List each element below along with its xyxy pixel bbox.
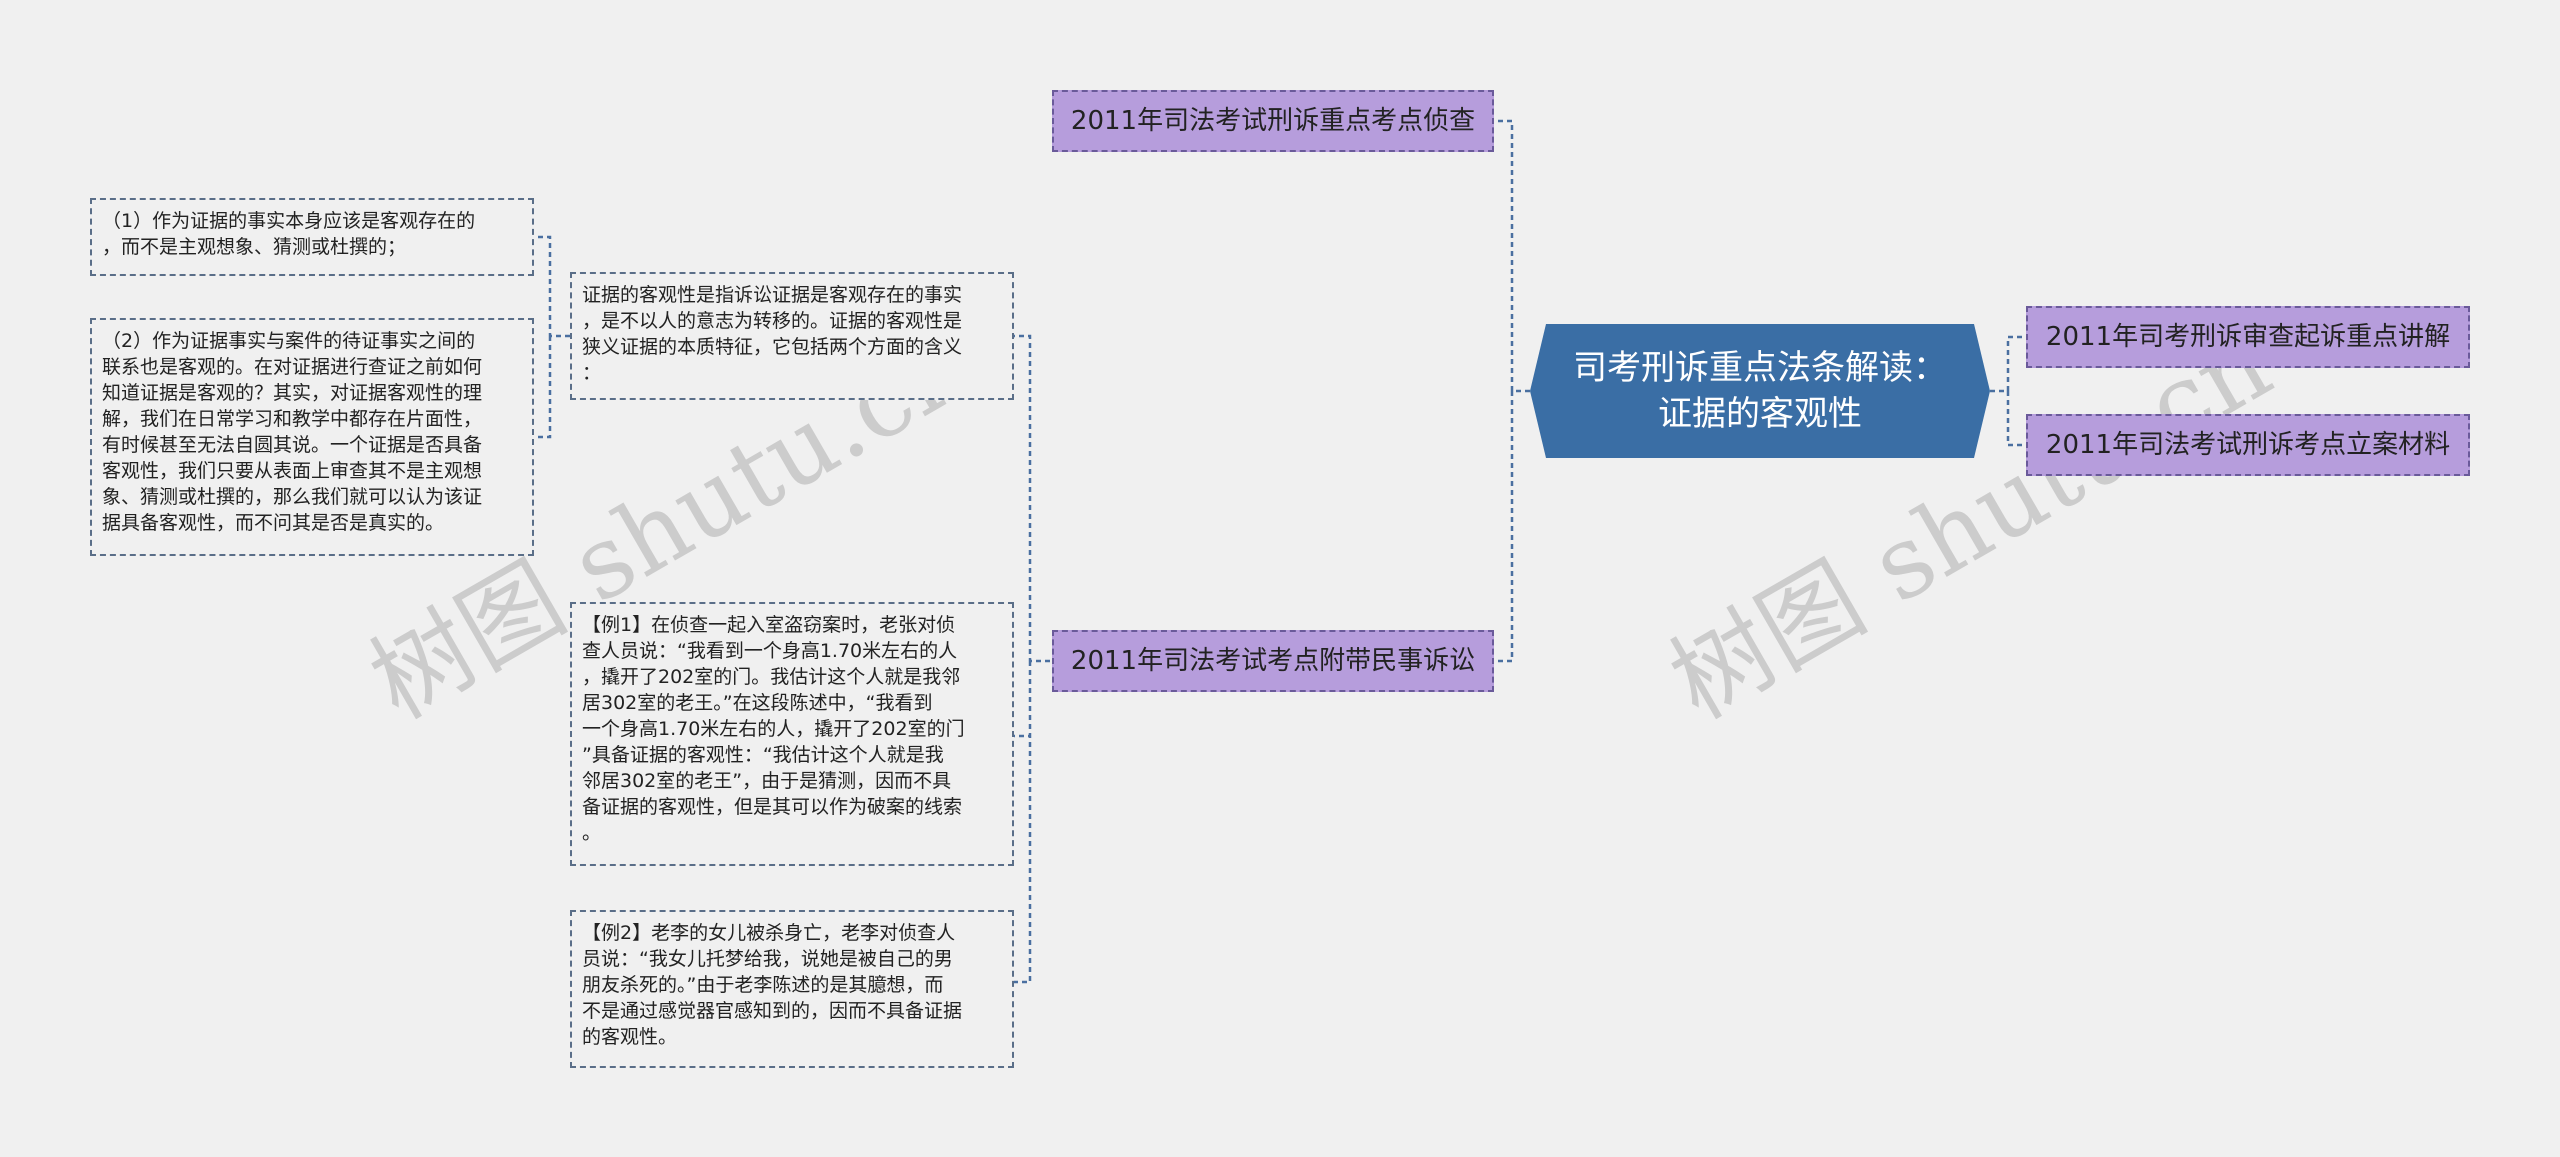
note-example-2[interactable]: 【例2】老李的女儿被杀身亡，老李对侦查人 员说：“我女儿托梦给我，说她是被自己的… [570,910,1014,1068]
note-example-1[interactable]: 【例1】在侦查一起入室盗窃案时，老张对侦 查人员说：“我看到一个身高1.70米左… [570,602,1014,866]
note-point-2-text: （2）作为证据事实与案件的待证事实之间的 联系也是客观的。在对证据进行查证之前如… [102,330,483,534]
connector-lines [534,119,2026,984]
note-example-2-text: 【例2】老李的女儿被杀身亡，老李对侦查人 员说：“我女儿托梦给我，说她是被自己的… [582,922,963,1048]
connector-central-top-left [1494,119,1530,393]
note-point-1-text: （1）作为证据的事实本身应该是客观存在的 ，而不是主观想象、猜测或杜撰的； [102,210,476,258]
branch-case-filing[interactable]: 2011年司法考试刑诉考点立案材料 [2026,414,2470,476]
mindmap-canvas: 树图 shutu.cn 树图 shutu.cn 司考刑诉重点法条解读： 证据的客… [0,0,2560,1157]
branch-investigation[interactable]: 2011年司法考试刑诉重点考点侦查 [1052,90,1494,152]
connector-branch-notes [1014,334,1050,984]
note-example-1-text: 【例1】在侦查一起入室盗窃案时，老张对侦 查人员说：“我看到一个身高1.70米左… [582,614,965,844]
connector-central-bottom-left [1494,391,1514,663]
central-title-line1: 司考刑诉重点法条解读： [1573,348,1947,388]
note-definition[interactable]: 证据的客观性是指诉讼证据是客观存在的事实 ，是不以人的意志为转移的。证据的客观性… [570,272,1014,400]
note-definition-text: 证据的客观性是指诉讼证据是客观存在的事实 ，是不以人的意志为转移的。证据的客观性… [582,284,963,384]
note-point-1[interactable]: （1）作为证据的事实本身应该是客观存在的 ，而不是主观想象、猜测或杜撰的； [90,198,534,276]
central-topic-node[interactable]: 司考刑诉重点法条解读： 证据的客观性 [1530,324,1990,458]
central-title-line2: 证据的客观性 [1658,394,1862,434]
connector-definition-points [534,235,570,439]
branch-review-prosecution[interactable]: 2011年司考刑诉审查起诉重点讲解 [2026,306,2470,368]
branch-civil-action[interactable]: 2011年司法考试考点附带民事诉讼 [1052,630,1494,692]
connector-central-right [1990,335,2026,447]
note-point-2[interactable]: （2）作为证据事实与案件的待证事实之间的 联系也是客观的。在对证据进行查证之前如… [90,318,534,556]
